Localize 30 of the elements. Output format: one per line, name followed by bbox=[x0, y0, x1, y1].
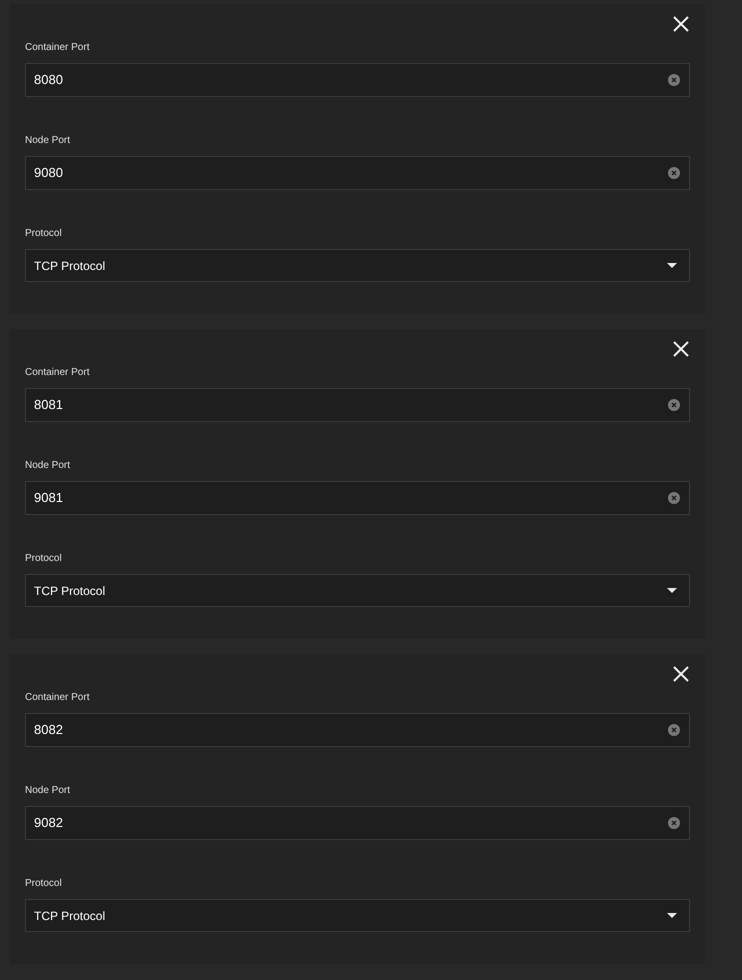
field-label: Container Port bbox=[25, 692, 90, 704]
caret-icon bbox=[667, 913, 677, 918]
clear-icon[interactable] bbox=[668, 74, 680, 86]
caret-icon bbox=[667, 588, 677, 593]
input-field[interactable]: 8081 bbox=[25, 388, 690, 422]
input-field[interactable]: 9080 bbox=[25, 156, 690, 190]
field-label: Container Port bbox=[25, 367, 90, 379]
field-label: Protocol bbox=[25, 553, 62, 565]
field-label: Node Port bbox=[25, 135, 70, 147]
caret-icon bbox=[667, 263, 677, 268]
clear-icon[interactable] bbox=[668, 492, 680, 504]
input-field[interactable]: 9082 bbox=[25, 806, 690, 840]
field-label: Node Port bbox=[25, 785, 70, 797]
clear-icon[interactable] bbox=[668, 724, 680, 736]
protocol-select[interactable]: TCP Protocol bbox=[25, 574, 690, 607]
clear-icon[interactable] bbox=[668, 399, 680, 411]
close-icon[interactable] bbox=[673, 666, 689, 682]
clear-icon[interactable] bbox=[668, 167, 680, 179]
field-label: Container Port bbox=[25, 42, 90, 54]
input-field[interactable]: 9081 bbox=[25, 481, 690, 515]
field-label: Node Port bbox=[25, 460, 70, 472]
field-label: Protocol bbox=[25, 878, 62, 890]
input-field[interactable]: 8080 bbox=[25, 63, 690, 97]
protocol-select[interactable]: TCP Protocol bbox=[25, 899, 690, 932]
close-icon[interactable] bbox=[673, 341, 689, 357]
close-icon[interactable] bbox=[673, 16, 689, 32]
protocol-select[interactable]: TCP Protocol bbox=[25, 249, 690, 282]
clear-icon[interactable] bbox=[668, 817, 680, 829]
input-field[interactable]: 8082 bbox=[25, 713, 690, 747]
field-label: Protocol bbox=[25, 228, 62, 240]
